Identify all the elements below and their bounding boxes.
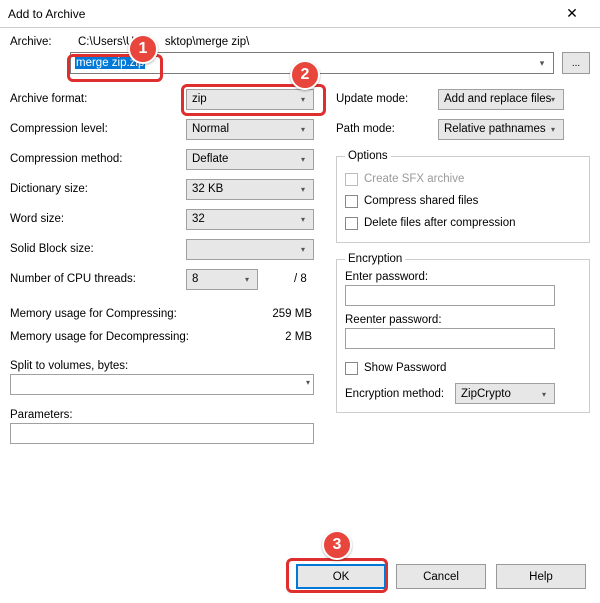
show-password-checkbox[interactable]: Show Password xyxy=(345,357,581,379)
encryption-group: Encryption Enter password: Reenter passw… xyxy=(336,253,590,413)
window-title: Add to Archive xyxy=(8,7,85,21)
chevron-down-icon[interactable]: ▾ xyxy=(534,55,550,71)
options-group: Options Create SFX archive Compress shar… xyxy=(336,150,590,243)
word-size-label: Word size: xyxy=(10,213,186,225)
chevron-down-icon: ▾ xyxy=(546,123,560,137)
ok-button[interactable]: OK xyxy=(296,564,386,589)
encryption-method-select[interactable]: ZipCrypto▾ xyxy=(455,383,555,404)
update-mode-label: Update mode: xyxy=(336,93,438,105)
mem-compress-value: 259 MB xyxy=(240,308,312,320)
annotation-badge-3: 3 xyxy=(322,530,352,560)
word-size-select[interactable]: 32▾ xyxy=(186,209,314,230)
cpu-threads-label: Number of CPU threads: xyxy=(10,273,186,285)
chevron-down-icon: ▾ xyxy=(296,123,310,137)
archive-path-text: C:\Users\USXXXsktop\merge zip\ xyxy=(70,36,249,48)
path-mode-label: Path mode: xyxy=(336,123,438,135)
delete-after-checkbox[interactable]: Delete files after compression xyxy=(345,212,581,234)
cpu-threads-max: / 8 xyxy=(294,273,307,285)
mem-decompress-value: 2 MB xyxy=(240,331,312,343)
reenter-password-input[interactable] xyxy=(345,328,555,349)
chevron-down-icon: ▾ xyxy=(546,93,560,107)
dictionary-size-select[interactable]: 32 KB▾ xyxy=(186,179,314,200)
archive-filename-input[interactable]: merge zip.zip ▾ xyxy=(70,52,554,74)
compression-level-label: Compression level: xyxy=(10,123,186,135)
compression-method-select[interactable]: Deflate▾ xyxy=(186,149,314,170)
mem-decompress-label: Memory usage for Decompressing: xyxy=(10,331,240,343)
cancel-button[interactable]: Cancel xyxy=(396,564,486,589)
chevron-down-icon: ▾ xyxy=(296,183,310,197)
compress-shared-checkbox[interactable]: Compress shared files xyxy=(345,190,581,212)
compression-level-select[interactable]: Normal▾ xyxy=(186,119,314,140)
titlebar: Add to Archive ✕ xyxy=(0,0,600,28)
dialog-buttons: OK Cancel Help xyxy=(296,564,586,589)
enter-password-input[interactable] xyxy=(345,285,555,306)
archive-format-label: Archive format: xyxy=(10,93,186,105)
split-volumes-input[interactable]: ▾ xyxy=(10,374,314,395)
archive-label: Archive: xyxy=(10,36,70,48)
mem-compress-label: Memory usage for Compressing: xyxy=(10,308,240,320)
path-mode-select[interactable]: Relative pathnames▾ xyxy=(438,119,564,140)
encryption-legend: Encryption xyxy=(345,253,405,265)
cpu-threads-select[interactable]: 8▾ xyxy=(186,269,258,290)
chevron-down-icon: ▾ xyxy=(296,213,310,227)
close-button[interactable]: ✕ xyxy=(552,2,592,26)
split-volumes-label: Split to volumes, bytes: xyxy=(10,360,332,372)
chevron-down-icon: ▾ xyxy=(296,243,310,257)
chevron-down-icon: ▾ xyxy=(240,273,254,287)
chevron-down-icon: ▾ xyxy=(296,153,310,167)
chevron-down-icon: ▾ xyxy=(296,93,310,107)
archive-format-select[interactable]: zip▾ xyxy=(186,89,314,110)
solid-block-size-select[interactable]: ▾ xyxy=(186,239,314,260)
help-button[interactable]: Help xyxy=(496,564,586,589)
solid-block-size-label: Solid Block size: xyxy=(10,243,186,255)
compression-method-label: Compression method: xyxy=(10,153,186,165)
update-mode-select[interactable]: Add and replace files▾ xyxy=(438,89,564,110)
archive-filename-selected: merge zip.zip xyxy=(75,57,145,69)
browse-button[interactable]: ... xyxy=(562,52,590,74)
parameters-input[interactable] xyxy=(10,423,314,444)
chevron-down-icon: ▾ xyxy=(537,387,551,401)
parameters-label: Parameters: xyxy=(10,409,332,421)
reenter-password-label: Reenter password: xyxy=(345,314,581,326)
encryption-method-label: Encryption method: xyxy=(345,388,455,400)
create-sfx-checkbox: Create SFX archive xyxy=(345,168,581,190)
dictionary-size-label: Dictionary size: xyxy=(10,183,186,195)
chevron-down-icon: ▾ xyxy=(306,378,310,387)
options-legend: Options xyxy=(345,150,391,162)
enter-password-label: Enter password: xyxy=(345,271,581,283)
